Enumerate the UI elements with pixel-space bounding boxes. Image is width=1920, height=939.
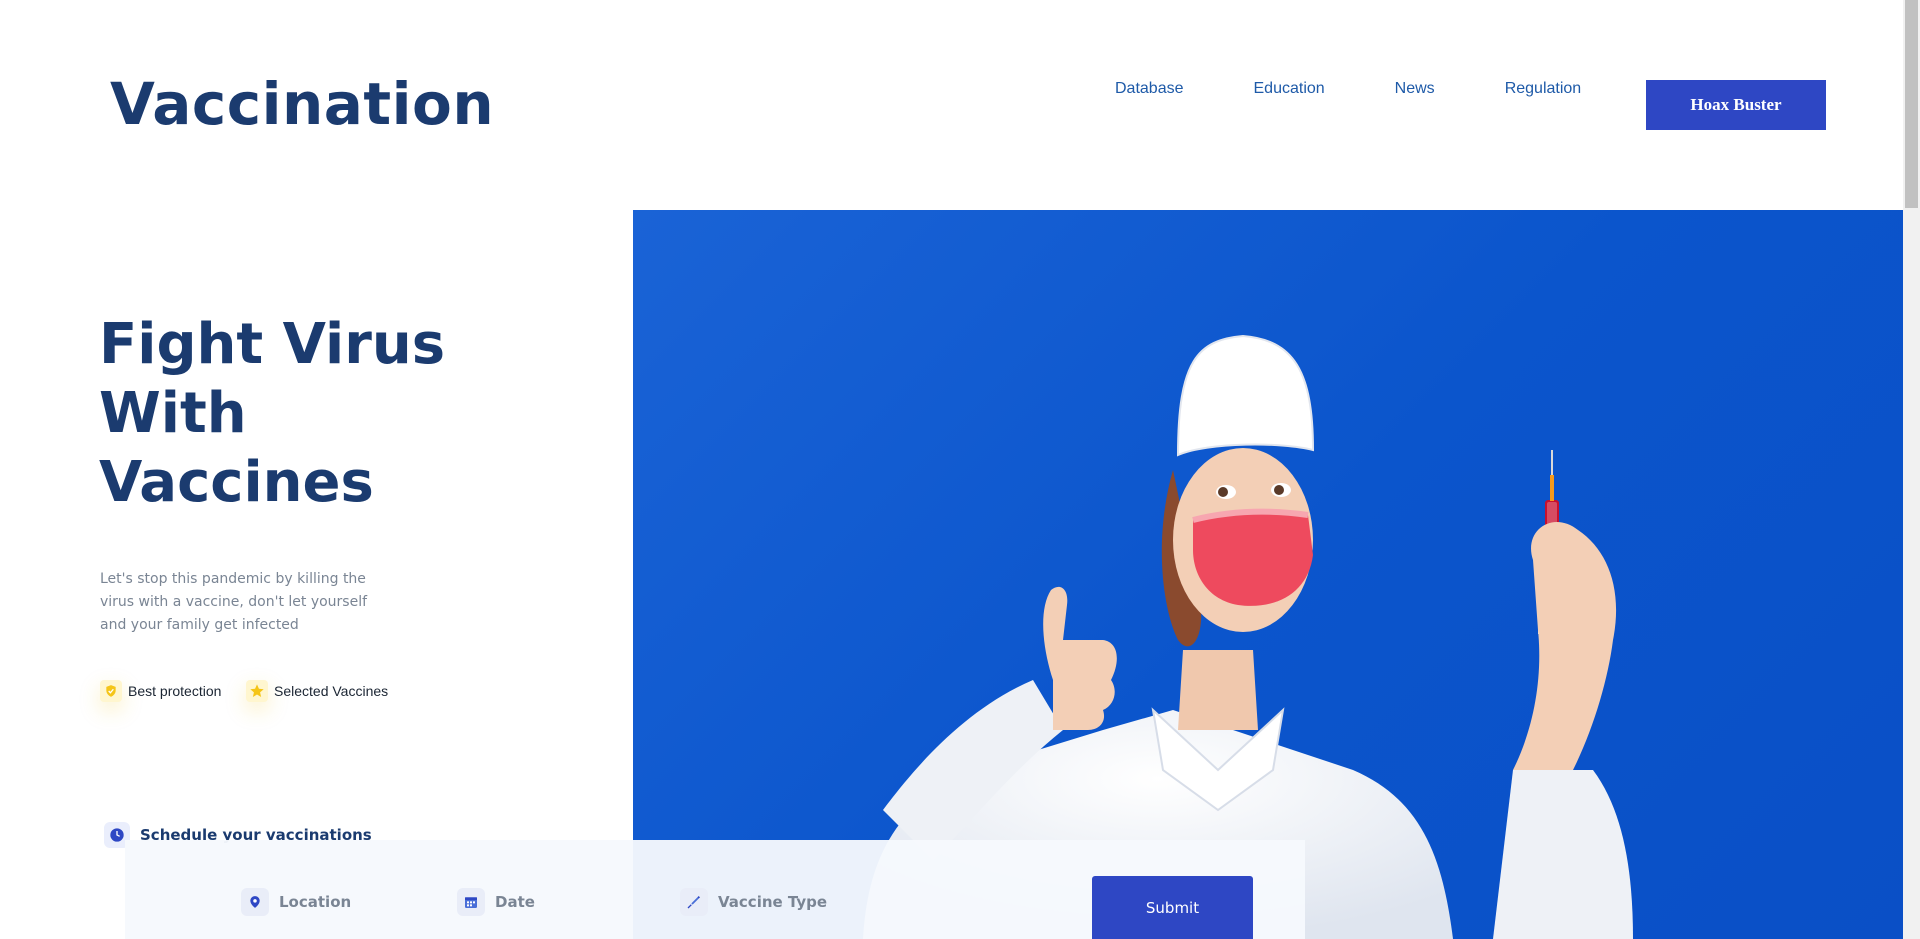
nav-link-database[interactable]: Database	[1115, 80, 1184, 98]
main-nav: Database Education News Regulation Hoax …	[1080, 80, 1826, 130]
submit-button[interactable]: Submit	[1092, 876, 1253, 939]
hero-description: Let's stop this pandemic by killing the …	[100, 571, 368, 633]
site-logo[interactable]: Vaccination	[110, 70, 494, 138]
date-field[interactable]: Date	[457, 888, 535, 916]
nav-link-regulation[interactable]: Regulation	[1505, 80, 1582, 98]
scrollbar-thumb[interactable]	[1905, 0, 1918, 208]
date-placeholder: Date	[495, 893, 535, 911]
hero-title: Fight Virus With Vaccines	[99, 310, 445, 517]
hero-title-line: Fight Virus	[99, 312, 446, 377]
star-icon	[246, 680, 268, 702]
shield-check-icon	[100, 680, 122, 702]
page-scrollbar[interactable]	[1903, 0, 1920, 939]
nurse-with-syringe-photo	[863, 334, 1633, 939]
location-field[interactable]: Location	[241, 888, 351, 916]
feature-best-protection: Best protection	[100, 680, 221, 702]
feature-label: Best protection	[128, 683, 222, 699]
hero-title-line: Vaccines	[99, 450, 374, 515]
hoax-buster-button[interactable]: Hoax Buster	[1646, 80, 1826, 130]
nav-link-news[interactable]: News	[1395, 80, 1435, 98]
nav-link-education[interactable]: Education	[1254, 80, 1325, 98]
location-pin-icon	[241, 888, 269, 916]
hero-image	[633, 210, 1904, 939]
vaccine-type-field[interactable]: Vaccine Type	[680, 888, 827, 916]
location-placeholder: Location	[279, 893, 352, 911]
hero-title-line: With	[99, 381, 247, 446]
syringe-icon	[680, 888, 708, 916]
feature-selected-vaccines: Selected Vaccines	[246, 680, 388, 702]
feature-label: Selected Vaccines	[274, 683, 389, 699]
vaccine-type-placeholder: Vaccine Type	[718, 893, 828, 911]
calendar-icon	[457, 888, 485, 916]
schedule-form: Location Date Vaccine Type Submit	[125, 840, 1305, 939]
